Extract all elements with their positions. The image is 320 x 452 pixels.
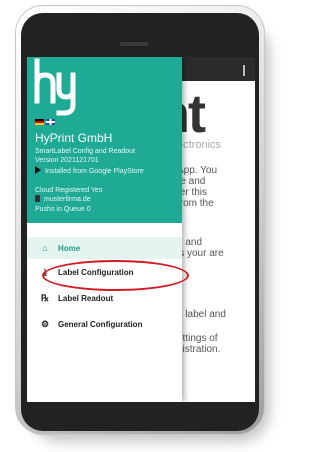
home-icon: ⌂ (42, 243, 48, 253)
nav-item-label: Label Readout (58, 293, 114, 303)
background-text-line: ettings of (177, 333, 218, 344)
readout-icon: ℞ (40, 292, 50, 303)
nav-item-home[interactable]: ⌂ Home (27, 237, 182, 259)
app-version: Version 2021121701 (35, 157, 99, 164)
phone-screen: nt ectronics App. You re and ter this fr… (27, 57, 255, 402)
background-text-line: App. You (177, 165, 218, 176)
app-subtitle: SmartLabel Config and Readout (35, 148, 136, 155)
company-name: HyPrint GmbH (35, 131, 113, 145)
phone-speaker (120, 42, 148, 46)
nav-item-label: Home (58, 243, 81, 253)
push-queue: Pushs in Queue 0 (35, 206, 91, 213)
english-flag-icon[interactable] (46, 119, 55, 125)
german-flag-icon[interactable] (35, 119, 44, 125)
account-domain: musterfirma.de (35, 195, 91, 204)
drawer-header: HyPrint GmbH SmartLabel Config and Reado… (27, 57, 182, 223)
install-source-label: Installed from Google PlayStore (45, 168, 144, 175)
background-text-line: gistration. (177, 344, 221, 355)
background-subtitle: ectronics (177, 139, 222, 151)
play-store-icon (35, 166, 41, 174)
install-source: Installed from Google PlayStore (35, 166, 144, 176)
highlight-annotation (42, 260, 189, 291)
sim-card-icon (35, 195, 40, 202)
settings-icon: ⚙ (40, 318, 50, 329)
navigation-drawer: HyPrint GmbH SmartLabel Config and Reado… (27, 57, 182, 402)
cloud-status: Cloud Registered Yes (35, 187, 103, 194)
nav-item-general-configuration[interactable]: ⚙ General Configuration (27, 313, 182, 335)
background-text-line: from the (177, 198, 214, 209)
nav-item-label: General Configuration (58, 319, 143, 329)
overflow-menu-icon[interactable] (243, 65, 245, 73)
hy-logo-icon (34, 58, 76, 116)
background-text-line: a label and (177, 309, 226, 320)
background-text-line: ls your are (177, 248, 224, 259)
account-domain-label: musterfirma.de (44, 196, 91, 203)
